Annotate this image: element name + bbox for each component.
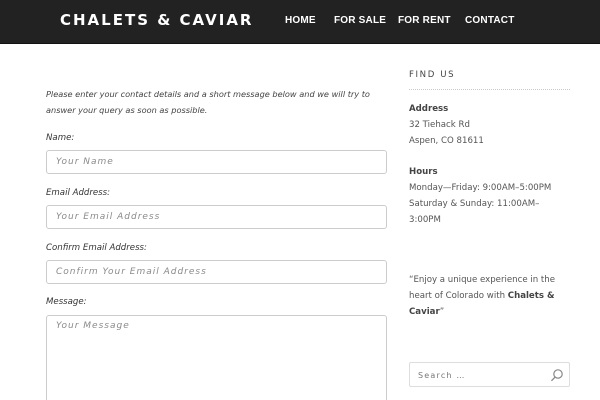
address-line-2: Aspen, CO 81611 <box>409 136 484 146</box>
search-icon[interactable] <box>550 368 564 382</box>
address-line-1: 32 Tiehack Rd <box>409 120 470 130</box>
tagline-quote: “Enjoy a unique experience in the heart … <box>409 272 569 320</box>
hours-line-3: 3:00PM <box>409 215 441 225</box>
email-label: Email Address: <box>46 188 111 198</box>
email-input[interactable] <box>46 205 387 229</box>
nav-item-contact[interactable]: CONTACT <box>465 15 515 26</box>
site-header: CHALETS & CAVIAR HOME FOR SALE FOR RENT … <box>0 0 600 44</box>
address-heading: Address <box>409 104 449 114</box>
hours-line-2: Saturday & Sunday: 11:00AM– <box>409 199 540 209</box>
name-label: Name: <box>46 133 75 143</box>
message-label: Message: <box>46 297 87 307</box>
find-us-heading: FIND US <box>409 70 456 80</box>
search-box <box>409 362 570 387</box>
main-nav: HOME FOR SALE FOR RENT CONTACT <box>0 15 600 31</box>
message-textarea[interactable] <box>46 315 387 400</box>
name-input[interactable] <box>46 150 387 174</box>
hours-line-1: Monday—Friday: 9:00AM–5:00PM <box>409 183 552 193</box>
confirm-email-input[interactable] <box>46 260 387 284</box>
hours-heading: Hours <box>409 167 438 177</box>
nav-item-for-rent[interactable]: FOR RENT <box>398 15 451 26</box>
widget-divider <box>409 89 570 90</box>
nav-item-home[interactable]: HOME <box>285 15 316 26</box>
contact-form: Please enter your contact details and a … <box>46 86 388 118</box>
quote-suffix: ” <box>439 307 445 317</box>
form-intro-text: Please enter your contact details and a … <box>46 89 370 115</box>
search-input[interactable] <box>418 368 543 382</box>
confirm-email-label: Confirm Email Address: <box>46 243 147 253</box>
nav-item-for-sale[interactable]: FOR SALE <box>334 15 386 26</box>
